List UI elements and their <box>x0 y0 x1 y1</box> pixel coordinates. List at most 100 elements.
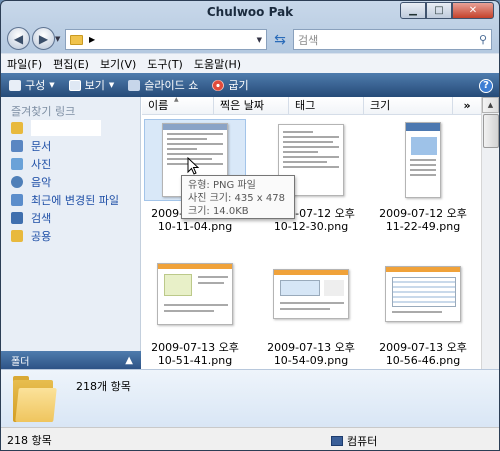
sidebar-item-label: 문서 <box>31 140 52 153</box>
file-item[interactable]: 2009-07-13 오후 10-54-09.png <box>258 253 364 377</box>
folder-icon <box>13 376 57 422</box>
status-location-label: 컴퓨터 <box>347 435 378 448</box>
menu-tools[interactable]: 도구(T) <box>147 56 183 72</box>
pictures-icon <box>11 158 23 170</box>
address-bar[interactable]: ▶ ▼ <box>65 29 267 50</box>
file-thumbnail <box>385 266 461 322</box>
back-arrow-icon: ◀ <box>13 31 24 46</box>
organize-button[interactable]: 구성 ▼ <box>9 77 55 93</box>
forward-button[interactable]: ▶ <box>32 27 55 50</box>
file-name: 2009-07-13 오후 10-56-46.png <box>379 341 467 367</box>
sidebar-item-recent[interactable]: 최근에 변경된 파일 <box>1 191 140 209</box>
folders-toggle[interactable]: 폴더 ▲ <box>1 351 141 369</box>
views-button[interactable]: 보기 ▼ <box>68 77 114 93</box>
tooltip-dimensions: 사진 크기: 435 x 478 <box>188 193 285 204</box>
content-area: 즐겨찾기 링크 문서 사진 음악 최근에 변경된 파일 검색 공용 폴더 ▲ ▲… <box>1 91 499 369</box>
slideshow-label: 슬라이드 쇼 <box>144 79 199 92</box>
file-thumbnail-frame <box>144 253 246 335</box>
file-list: 이름 찍은 날짜 태그 크기 » 2009-07-12 오후10-11-04.p… <box>142 91 481 369</box>
sidebar-item-documents[interactable]: 문서 <box>1 137 140 155</box>
mouse-cursor-icon <box>187 157 200 175</box>
file-item[interactable]: 2009-07-13 오후 10-51-41.png <box>142 253 248 377</box>
search-input[interactable]: 검색 ⚲ <box>293 29 492 50</box>
column-header: 이름 찍은 날짜 태그 크기 » <box>142 91 481 115</box>
file-thumbnail-frame <box>260 253 362 335</box>
command-toolbar: 구성 ▼ 보기 ▼ 슬라이드 쇼 굽기 <box>1 73 499 97</box>
more-columns-button[interactable]: » <box>453 97 481 115</box>
sidebar-item-label: 최근에 변경된 파일 <box>31 194 119 207</box>
organize-label: 구성 <box>25 79 46 92</box>
sidebar-item-label: 음악 <box>31 176 52 189</box>
sidebar-item-label: 공용 <box>31 230 52 243</box>
scroll-up-icon[interactable]: ▲ <box>482 97 499 113</box>
search-folder-icon <box>11 212 23 224</box>
views-icon <box>68 79 81 91</box>
slideshow-button[interactable]: 슬라이드 쇼 <box>128 77 198 93</box>
file-item[interactable]: 2009-07-13 오후 10-56-46.png <box>370 253 476 377</box>
item-count: 218개 항목 <box>76 380 131 393</box>
minimize-button[interactable]: ▁ <box>400 2 426 19</box>
file-name: 2009-07-13 오후 10-51-41.png <box>151 341 239 367</box>
folder-icon <box>70 34 83 45</box>
navigation-pane: 즐겨찾기 링크 문서 사진 음악 최근에 변경된 파일 검색 공용 폴더 ▲ <box>1 97 141 369</box>
refresh-icon[interactable]: ⇆ <box>271 31 289 49</box>
burn-button[interactable]: 굽기 <box>212 77 249 93</box>
file-thumbnail <box>273 269 349 319</box>
column-tags[interactable]: 태그 <box>289 97 364 115</box>
status-item-count: 218 항목 <box>7 433 52 447</box>
file-name: 2009-07-12 오후 11-22-49.png <box>379 207 467 233</box>
status-bar: 218 항목 컴퓨터 <box>1 427 499 450</box>
menu-bar: 파일(F) 편집(E) 보기(V) 도구(T) 도움말(H) <box>1 53 499 73</box>
file-thumbnail <box>405 122 441 198</box>
breadcrumb-arrow-icon[interactable]: ▶ <box>89 35 95 44</box>
sidebar-item-public[interactable]: 공용 <box>1 227 140 245</box>
back-button[interactable]: ◀ <box>7 27 30 50</box>
organize-icon <box>9 79 21 91</box>
chevron-down-icon: ▼ <box>49 81 55 89</box>
menu-help[interactable]: 도움말(H) <box>194 56 241 72</box>
address-row: ◀ ▶ ▼ ▶ ▼ ⇆ 검색 ⚲ <box>1 23 499 53</box>
column-size[interactable]: 크기 <box>364 97 453 115</box>
scrollbar-thumb[interactable] <box>483 114 499 148</box>
burn-label: 굽기 <box>228 79 249 92</box>
maximize-button[interactable]: □ <box>426 2 452 19</box>
sidebar-item-label: 사진 <box>31 158 52 171</box>
sidebar-item-label <box>31 120 101 136</box>
column-name[interactable]: 이름 <box>142 91 214 115</box>
close-button[interactable]: ✕ <box>452 2 494 19</box>
recent-changes-icon <box>11 194 23 206</box>
slideshow-icon <box>128 79 141 91</box>
file-item[interactable]: 2009-07-12 오후 11-22-49.png <box>370 119 476 243</box>
menu-edit[interactable]: 편집(E) <box>53 56 89 72</box>
public-folder-icon <box>11 230 23 242</box>
music-icon <box>11 176 23 188</box>
file-thumbnail-frame <box>372 253 474 335</box>
sidebar-item-user[interactable] <box>1 119 140 137</box>
chevron-up-icon: ▲ <box>125 354 133 366</box>
favorite-links-title: 즐겨찾기 링크 <box>11 105 76 118</box>
search-icon[interactable]: ⚲ <box>479 33 487 46</box>
status-location: 컴퓨터 <box>331 433 377 449</box>
sidebar-item-search[interactable]: 검색 <box>1 209 140 227</box>
tooltip-type: 유형: PNG 파일 <box>188 180 256 191</box>
forward-arrow-icon: ▶ <box>38 31 49 46</box>
help-icon[interactable]: ? <box>479 79 493 93</box>
sidebar-item-label: 검색 <box>31 212 52 225</box>
column-date-taken[interactable]: 찍은 날짜 <box>214 97 289 115</box>
vertical-scrollbar[interactable]: ▲ <box>481 97 499 369</box>
history-dropdown-icon[interactable]: ▼ <box>55 35 60 43</box>
title-bar[interactable]: Chulwoo Pak ▁ □ ✕ <box>1 1 499 23</box>
burn-disc-icon <box>212 79 225 91</box>
file-thumbnail <box>157 263 233 325</box>
file-name: 2009-07-13 오후 10-54-09.png <box>267 341 355 367</box>
window-controls: ▁ □ ✕ <box>400 2 494 19</box>
menu-file[interactable]: 파일(F) <box>7 56 42 72</box>
views-label: 보기 <box>84 79 105 92</box>
file-info-tooltip: 유형: PNG 파일 사진 크기: 435 x 478 크기: 14.0KB <box>181 175 295 219</box>
documents-icon <box>11 140 23 152</box>
sidebar-item-music[interactable]: 음악 <box>1 173 140 191</box>
file-thumbnail-frame <box>372 119 474 201</box>
sidebar-item-pictures[interactable]: 사진 <box>1 155 140 173</box>
menu-view[interactable]: 보기(V) <box>100 56 136 72</box>
address-dropdown-icon[interactable]: ▼ <box>257 36 262 44</box>
